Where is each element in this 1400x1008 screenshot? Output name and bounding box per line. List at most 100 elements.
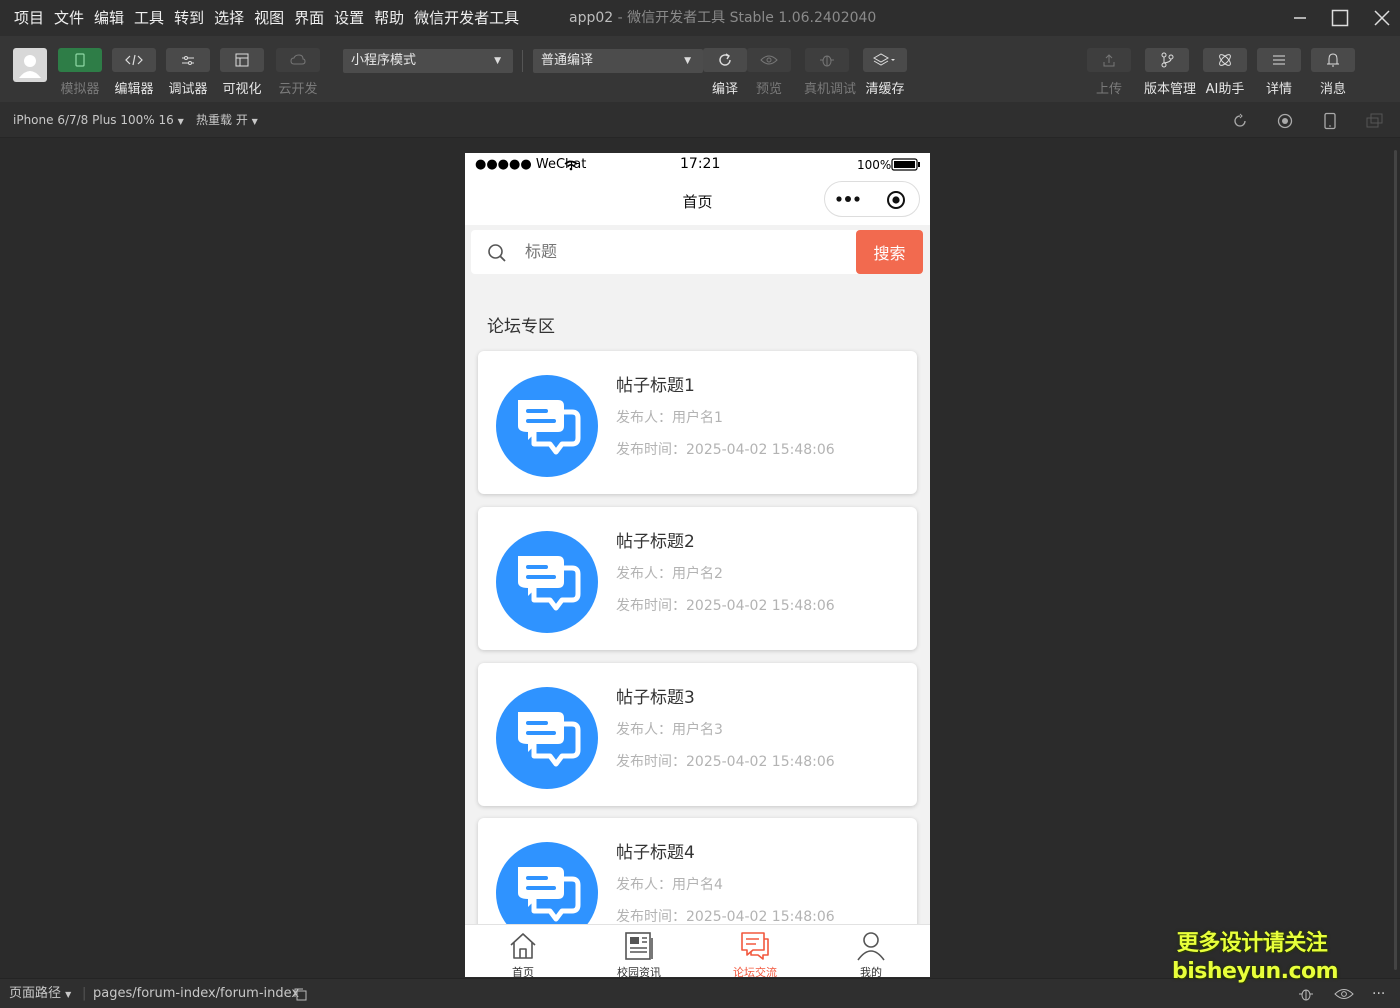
user-icon xyxy=(857,932,885,961)
post-card[interactable]: 帖子标题1 发布人：用户名1 发布时间：2025-04-02 15:48:06 xyxy=(478,351,917,494)
upload-button[interactable]: 上传 xyxy=(1086,48,1132,97)
menu-interface[interactable]: 界面 xyxy=(289,0,329,36)
messages-button[interactable]: 消息 xyxy=(1310,48,1356,97)
chat-bubble-icon xyxy=(518,867,581,922)
simulator-scrollbar[interactable] xyxy=(1393,150,1398,970)
search-icon xyxy=(488,244,506,262)
tab-home[interactable]: 首页 xyxy=(465,925,581,977)
window-title-separator: - xyxy=(613,10,628,26)
bug-icon xyxy=(820,55,834,67)
more-options-icon[interactable]: ··· xyxy=(1372,979,1385,1008)
editor-button[interactable]: 编辑器 xyxy=(111,48,157,97)
section-title: 论坛专区 xyxy=(487,317,555,337)
bug-icon[interactable] xyxy=(1297,986,1315,1002)
device-icon[interactable] xyxy=(1322,112,1338,130)
post-icon-circle xyxy=(496,687,598,789)
post-author: 发布人：用户名1 xyxy=(616,410,723,426)
menu-project[interactable]: 项目 xyxy=(0,0,49,36)
window-product: 微信开发者工具 Stable 1.06.2402040 xyxy=(627,10,877,26)
detach-window-icon[interactable] xyxy=(1366,113,1384,129)
rotate-icon[interactable] xyxy=(1232,113,1248,129)
code-icon xyxy=(125,54,143,66)
minimize-button[interactable] xyxy=(1280,0,1320,36)
battery-percent: 100% xyxy=(857,158,892,172)
page-path: pages/forum-index/forum-index xyxy=(93,986,300,1001)
menu-wechat-devtools[interactable]: 微信开发者工具 xyxy=(409,0,524,36)
preview-button[interactable]: 预览 xyxy=(746,48,792,97)
maximize-button[interactable] xyxy=(1320,0,1360,36)
hot-reload-toggle[interactable]: 热重载 开 ▼ xyxy=(196,102,258,140)
window-app-name: app02 xyxy=(569,10,614,26)
post-icon-circle xyxy=(496,531,598,633)
cloud-button[interactable]: 云开发 xyxy=(275,48,321,97)
copy-icon[interactable] xyxy=(293,987,307,1001)
tab-mine[interactable]: 我的 xyxy=(813,925,929,977)
capsule-menu xyxy=(824,181,920,217)
status-time: 17:21 xyxy=(680,156,721,172)
compile-select[interactable]: 普通编译 ▼ xyxy=(533,49,703,73)
clear-cache-button[interactable]: 清缓存 xyxy=(862,48,908,97)
search-button[interactable]: 搜索 xyxy=(856,230,923,274)
ai-assistant-button[interactable]: AI助手 xyxy=(1202,48,1248,97)
post-title: 帖子标题3 xyxy=(616,688,695,708)
record-icon[interactable] xyxy=(1277,113,1293,129)
eye-icon[interactable] xyxy=(1334,987,1354,1001)
search-bar: 搜索 xyxy=(471,230,923,274)
remote-debug-label: 真机调试 xyxy=(804,82,857,97)
home-icon xyxy=(510,933,536,959)
menu-view[interactable]: 视图 xyxy=(249,0,289,36)
post-card[interactable]: 帖子标题2 发布人：用户名2 发布时间：2025-04-02 15:48:06 xyxy=(478,507,917,650)
tab-campus-news[interactable]: 校园资讯 xyxy=(581,925,697,977)
simulator-button[interactable]: 模拟器 xyxy=(57,48,103,97)
tab-label: 我的 xyxy=(860,966,882,977)
simulator-label: 模拟器 xyxy=(60,82,100,97)
minimize-icon xyxy=(1294,17,1306,19)
menu-help[interactable]: 帮助 xyxy=(369,0,409,36)
wifi-icon xyxy=(564,160,578,171)
menu-tools[interactable]: 工具 xyxy=(129,0,169,36)
details-button[interactable]: 详情 xyxy=(1256,48,1302,97)
menu-file[interactable]: 文件 xyxy=(49,0,89,36)
visual-label: 可视化 xyxy=(222,82,262,97)
menu-select[interactable]: 选择 xyxy=(209,0,249,36)
device-select[interactable]: iPhone 6/7/8 Plus 100% 16 ▼ xyxy=(13,102,184,140)
upload-label: 上传 xyxy=(1095,82,1122,97)
search-input[interactable] xyxy=(525,242,825,261)
mode-select-value: 小程序模式 xyxy=(351,53,417,68)
compile-button[interactable]: 编译 xyxy=(702,48,748,97)
menu-settings[interactable]: 设置 xyxy=(329,0,369,36)
window-title: app02 - 微信开发者工具 Stable 1.06.2402040 xyxy=(569,0,876,36)
page-path-select[interactable]: 页面路径 ▼ xyxy=(9,979,71,1008)
compile-select-value: 普通编译 xyxy=(541,53,594,68)
more-dots-icon[interactable] xyxy=(835,193,863,205)
visual-button[interactable]: 可视化 xyxy=(219,48,265,97)
post-card[interactable]: 帖子标题3 发布人：用户名3 发布时间：2025-04-02 15:48:06 xyxy=(478,663,917,806)
mode-select[interactable]: 小程序模式 ▼ xyxy=(343,49,513,73)
debugger-button[interactable]: 调试器 xyxy=(165,48,211,97)
post-time: 发布时间：2025-04-02 15:48:06 xyxy=(616,598,835,614)
chat-bubble-icon xyxy=(518,400,581,455)
cloud-icon xyxy=(290,54,306,65)
remote-debug-button[interactable]: 真机调试 xyxy=(804,48,857,97)
post-icon-circle xyxy=(496,375,598,477)
tab-label: 论坛交流 xyxy=(733,966,777,977)
phone-simulator: ●●●●● WeChat 17:21 100% 首页 搜索 论坛专区 帖子标题1… xyxy=(465,153,930,977)
hot-reload-value: 热重载 开 xyxy=(196,113,248,127)
menu-edit[interactable]: 编辑 xyxy=(89,0,129,36)
eye-icon xyxy=(760,55,778,65)
toolbar-divider xyxy=(522,50,523,72)
preview-label: 预览 xyxy=(755,82,782,97)
avatar[interactable] xyxy=(13,48,47,82)
post-time: 发布时间：2025-04-02 15:48:06 xyxy=(616,442,835,458)
chevron-down-icon: ▼ xyxy=(251,117,258,126)
tab-forum[interactable]: 论坛交流 xyxy=(697,925,813,977)
menu-goto[interactable]: 转到 xyxy=(169,0,209,36)
close-button[interactable] xyxy=(1362,0,1400,36)
tab-label: 首页 xyxy=(512,966,534,977)
details-label: 详情 xyxy=(1265,82,1292,97)
chat-bubble-icon xyxy=(518,712,581,767)
close-miniprogram-icon[interactable] xyxy=(886,190,906,210)
layout-icon xyxy=(235,53,249,67)
post-time: 发布时间：2025-04-02 15:48:06 xyxy=(616,909,835,925)
version-button[interactable]: 版本管理 xyxy=(1144,48,1196,97)
